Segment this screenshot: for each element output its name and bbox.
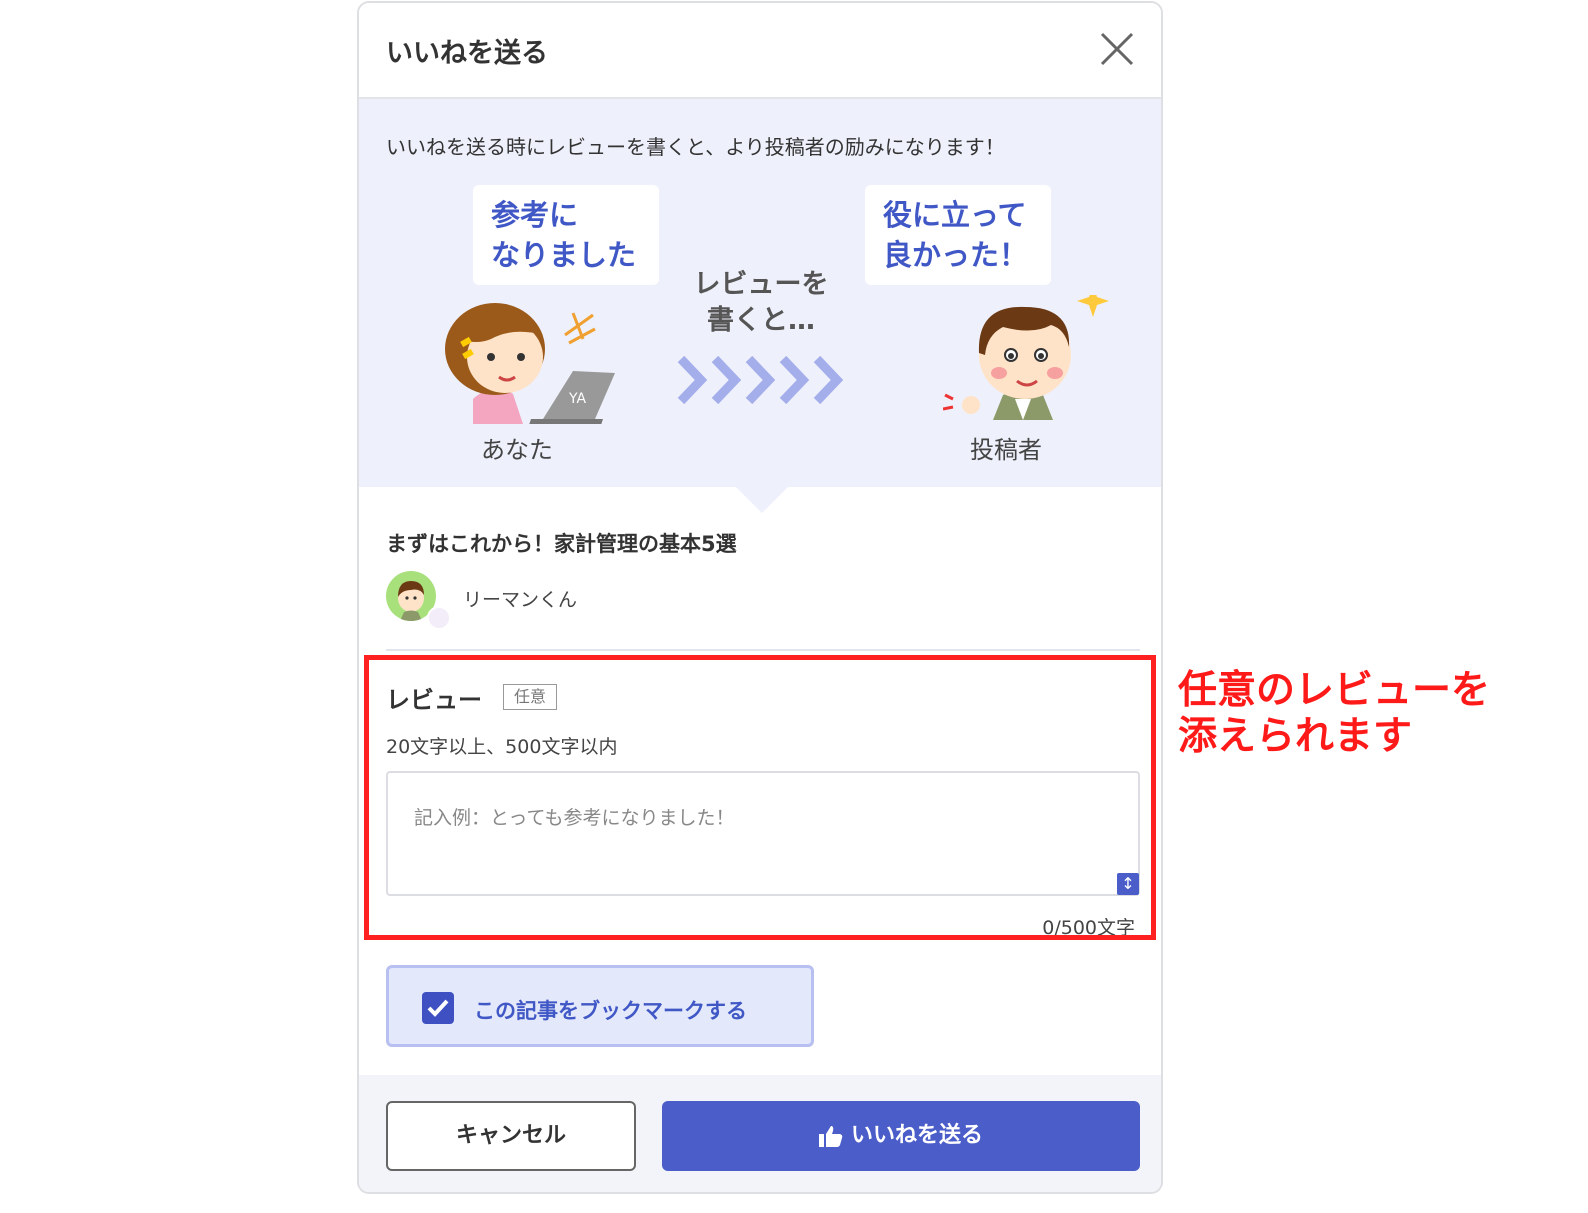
write-review-label: レビューを 書くと… [651, 267, 871, 339]
avatar-badge [427, 606, 451, 630]
write-line1: レビューを [693, 269, 829, 300]
author-name[interactable]: リーマンくん [463, 585, 577, 612]
thumbs-up-icon [818, 1126, 843, 1147]
you-label: あなた [481, 436, 553, 464]
bookmark-label: この記事をブックマークする [474, 999, 747, 1023]
banner-pointer [736, 487, 788, 513]
review-benefit-banner: いいねを送る時にレビューを書くと、より投稿者の励みになります！ 参考に なりまし… [359, 99, 1161, 487]
annotation-line2: 添えられます [1178, 714, 1413, 759]
dialog-header: いいねを送る [359, 3, 1161, 99]
checkbox-check-icon[interactable] [422, 992, 454, 1024]
author-bubble-line1: 役に立って [883, 198, 1027, 232]
dialog-title: いいねを送る [386, 38, 548, 69]
author-man-illustration [943, 295, 1109, 420]
woman-with-laptop-illustration: YA [445, 303, 615, 424]
cancel-button[interactable]: キャンセル [386, 1101, 636, 1171]
annotation-line1: 任意のレビューを [1178, 668, 1491, 713]
close-button[interactable] [1095, 27, 1139, 71]
you-speech-bubble: 参考に なりました [473, 185, 659, 285]
bookmark-checkbox[interactable]: この記事をブックマークする [386, 965, 814, 1047]
banner-text: いいねを送る時にレビューを書くと、より投稿者の励みになります！ [386, 135, 1005, 159]
author-speech-bubble: 役に立って 良かった！ [865, 185, 1051, 285]
you-bubble-line1: 参考に [491, 198, 579, 232]
laptop-logo: YA [568, 391, 586, 407]
you-bubble-line2: なりました [491, 238, 637, 272]
review-annotation: 任意のレビューを 添えられます [1178, 668, 1490, 760]
chevrons-right-icon [677, 355, 844, 405]
like-dialog: いいねを送る いいねを送る時にレビューを書くと、より投稿者の励みになります！ 参… [357, 1, 1163, 1194]
dialog-footer: キャンセル いいねを送る [359, 1075, 1161, 1192]
close-icon [1100, 32, 1134, 66]
article-title: まずはこれから！家計管理の基本5選 [386, 532, 737, 556]
author-bubble-line2: 良かった！ [883, 238, 1029, 272]
review-highlight-box [364, 655, 1156, 940]
send-like-button[interactable]: いいねを送る [662, 1101, 1140, 1171]
write-line2: 書くと… [707, 305, 815, 336]
send-like-label: いいねを送る [850, 1123, 983, 1148]
section-divider [386, 649, 1140, 651]
author-label: 投稿者 [970, 436, 1042, 464]
